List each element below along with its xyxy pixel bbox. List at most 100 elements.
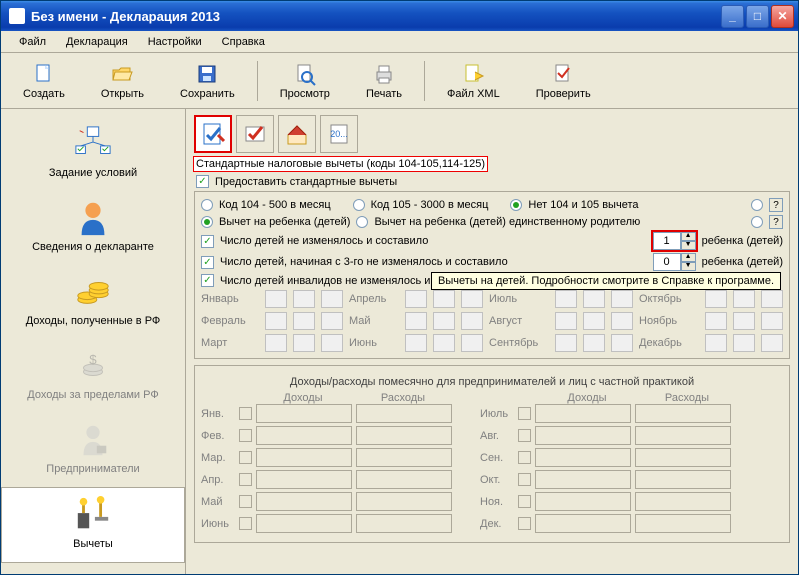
month-label: Март [201, 337, 261, 349]
svg-text:20...: 20... [330, 129, 348, 139]
svg-text:$: $ [89, 352, 97, 367]
toolbar-create[interactable]: Создать [5, 60, 83, 102]
entrepreneur-icon [74, 421, 112, 459]
spinner-children-input[interactable] [653, 232, 681, 250]
window-title: Без имени - Декларация 2013 [31, 9, 721, 24]
month-checkbox [239, 429, 252, 442]
spin-up[interactable]: ▲ [681, 253, 696, 262]
income-field [535, 404, 631, 423]
spin-down[interactable]: ▼ [681, 241, 696, 250]
xml-file-icon [461, 62, 485, 86]
checkbox-provide-standard[interactable]: ✓ [196, 175, 209, 188]
month-cell [733, 290, 755, 308]
month-label: Октябрь [639, 293, 701, 305]
month-cell [293, 312, 315, 330]
tooltip: Вычеты на детей. Подробности смотрите в … [431, 272, 781, 290]
month-label: Январь [201, 293, 261, 305]
month-short-label: Авг. [480, 430, 514, 442]
checkbox-children-no-change[interactable]: ✓ [201, 235, 214, 248]
income-field [256, 448, 352, 467]
checkbox-children-invalid[interactable]: ✓ [201, 274, 214, 287]
entrepreneur-row: МайНоя. [201, 492, 783, 511]
expense-field [356, 514, 452, 533]
toolbar-preview[interactable]: Просмотр [262, 60, 348, 102]
menu-declaration[interactable]: Декларация [56, 34, 138, 50]
month-label: Ноябрь [639, 315, 701, 327]
titlebar: Без имени - Декларация 2013 _ □ ✕ [1, 1, 798, 31]
minimize-button[interactable]: _ [721, 5, 744, 28]
month-short-label: Апр. [201, 474, 235, 486]
close-button[interactable]: ✕ [771, 5, 794, 28]
toolbar-print-label: Печать [366, 88, 402, 100]
toolbar-print[interactable]: Печать [348, 60, 420, 102]
children-from3-label: Число детей, начиная с 3-го не изменялос… [220, 256, 508, 268]
month-cell [461, 290, 483, 308]
month-cell [705, 312, 727, 330]
tab-property-deductions[interactable] [278, 115, 316, 153]
sidebar-item-label: Задание условий [49, 167, 137, 179]
spinner-children-count[interactable]: ▲▼ [653, 232, 696, 250]
checkbox-children-from3[interactable]: ✓ [201, 256, 214, 269]
children-no-change-label: Число детей не изменялось и составило [220, 235, 428, 247]
month-cell [611, 334, 633, 352]
toolbar-filexml[interactable]: Файл XML [429, 60, 518, 102]
month-cell [555, 290, 577, 308]
tab-standard-deductions[interactable] [194, 115, 232, 153]
month-cell [433, 290, 455, 308]
radio-code105[interactable] [353, 199, 365, 211]
save-icon [195, 62, 219, 86]
toolbar-preview-label: Просмотр [280, 88, 330, 100]
spinner-children-from3[interactable]: ▲▼ [653, 253, 696, 271]
toolbar-check[interactable]: Проверить [518, 60, 609, 102]
menu-help[interactable]: Справка [212, 34, 275, 50]
radio-q2[interactable] [751, 216, 763, 228]
month-short-label: Окт. [480, 474, 514, 486]
content-area: 20... Стандартные налоговые вычеты (коды… [186, 109, 798, 574]
radio-no104105[interactable] [510, 199, 522, 211]
toolbar-open[interactable]: Открыть [83, 60, 162, 102]
entrepreneur-row: Янв.Июль [201, 404, 783, 423]
rebenka-label: ребенка (детей) [702, 235, 783, 247]
month-cell [761, 312, 783, 330]
month-short-label: Июль [480, 408, 514, 420]
entrepreneur-fieldset: Доходы/расходы помесячно для предпринима… [194, 365, 790, 543]
print-icon [372, 62, 396, 86]
toolbar: Создать Открыть Сохранить Просмотр Печат… [1, 53, 798, 109]
rebenka-label2: ребенка (детей) [702, 256, 783, 268]
col-income2: Доходы [537, 392, 637, 404]
menu-file[interactable]: Файл [9, 34, 56, 50]
sidebar-item-deductions[interactable]: Вычеты [1, 487, 185, 563]
help-button[interactable]: ? [769, 198, 783, 212]
new-file-icon [32, 62, 56, 86]
deductions-fieldset: Код 104 - 500 в месяц Код 105 - 3000 в м… [194, 191, 790, 359]
month-cell [733, 334, 755, 352]
month-cell [265, 290, 287, 308]
help-button[interactable]: ? [769, 215, 783, 229]
month-cell [265, 312, 287, 330]
toolbar-save[interactable]: Сохранить [162, 60, 253, 102]
month-label: Август [489, 315, 551, 327]
sidebar-item-declarant[interactable]: Сведения о декларанте [1, 191, 185, 265]
spinner-from3-input[interactable] [653, 253, 681, 271]
maximize-button[interactable]: □ [746, 5, 769, 28]
spin-up[interactable]: ▲ [681, 232, 696, 241]
month-cell [461, 312, 483, 330]
expense-field [635, 470, 731, 489]
menu-settings[interactable]: Настройки [138, 34, 212, 50]
month-checkbox [239, 473, 252, 486]
toolbar-create-label: Создать [23, 88, 65, 100]
radio-vychet-child[interactable] [201, 216, 213, 228]
sidebar-item-conditions[interactable]: Задание условий [1, 117, 185, 191]
income-field [256, 514, 352, 533]
radio-q1[interactable] [751, 199, 763, 211]
tab-social-deductions[interactable] [236, 115, 274, 153]
month-short-label: Сен. [480, 452, 514, 464]
no104105-label: Нет 104 и 105 вычета [528, 199, 638, 211]
radio-code104[interactable] [201, 199, 213, 211]
tab-other-deductions[interactable]: 20... [320, 115, 358, 153]
month-cell [321, 290, 343, 308]
spin-down[interactable]: ▼ [681, 262, 696, 271]
radio-vychet-child-single[interactable] [356, 216, 368, 228]
sidebar-item-income-rf[interactable]: Доходы, полученные в РФ [1, 265, 185, 339]
sidebar-item-label: Доходы за пределами РФ [27, 389, 158, 401]
